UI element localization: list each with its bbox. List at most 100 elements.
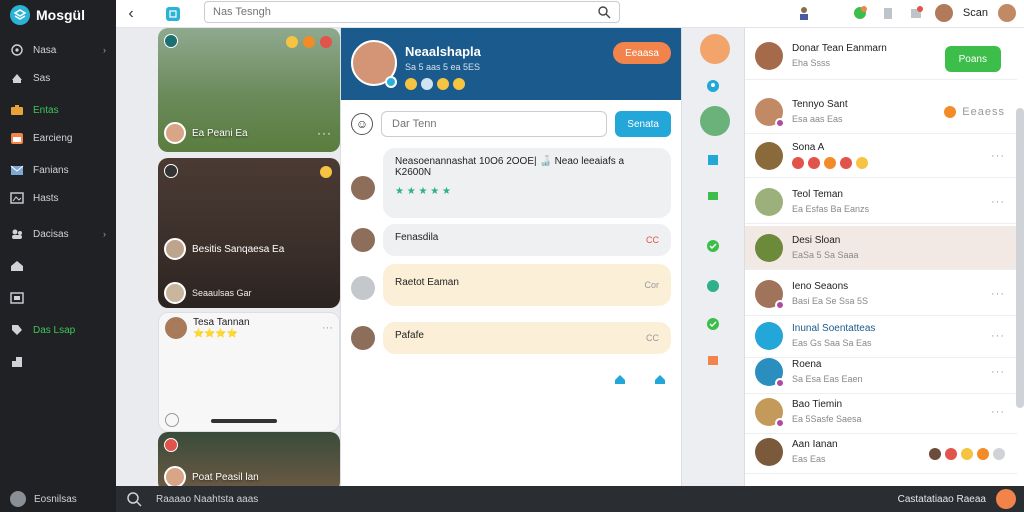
avatar-secondary[interactable]: [998, 4, 1016, 22]
contact-name: Bao Tiemin: [792, 399, 843, 410]
avatar[interactable]: [700, 106, 730, 136]
verified-icon[interactable]: [703, 314, 723, 334]
contact-row[interactable]: Ieno Seaons Basi Ea Se Ssa 5S ···: [745, 272, 1017, 316]
more-icon[interactable]: ···: [317, 126, 332, 140]
video-icon[interactable]: [703, 186, 723, 206]
chat-icon[interactable]: [851, 4, 869, 22]
add-icon[interactable]: ☺: [351, 113, 373, 135]
sidebar-item-explore[interactable]: Sas: [0, 64, 116, 92]
sidebar-item-puzzle[interactable]: [0, 348, 116, 376]
send-button[interactable]: Senata: [615, 111, 671, 137]
sidebar-item-label: Dacisas: [33, 228, 69, 240]
status-dot-icon: [775, 377, 785, 388]
share-icon[interactable]: [653, 372, 667, 386]
feed-card[interactable]: Ea Peani Ea ···: [158, 28, 340, 152]
contact-row[interactable]: Tennyo Sant Esa aas Eas Eeaess: [745, 90, 1017, 134]
avatar: [755, 141, 783, 170]
search-icon[interactable]: [597, 5, 611, 19]
status-dot-icon: [775, 299, 785, 310]
sidebar-item-groups[interactable]: Dacisas ›: [0, 220, 116, 248]
tag-icon: [164, 438, 178, 452]
sidebar-item-house[interactable]: [0, 252, 116, 280]
check-icon[interactable]: [703, 236, 723, 256]
message-bubble[interactable]: Fenasdila CC: [383, 224, 671, 256]
contact-row[interactable]: Bao Tiemin Ea 5Sasfe Saesa ···: [745, 390, 1017, 434]
contact-row[interactable]: Donar Tean Eanmarn Eha Ssss Poans: [745, 32, 1017, 80]
chat-contact-meta: Sa 5 aas 5 ea 5ES: [405, 62, 481, 72]
sidebar-item-image[interactable]: Hasts: [0, 184, 116, 212]
emoji-icon: [320, 166, 332, 178]
card-caption-secondary: Seaaulsas Gar: [192, 288, 252, 298]
message-text: Neasoenannashat 10O6 2OOE| 🍶 Neao leeaia…: [395, 156, 625, 178]
more-icon[interactable]: ···: [991, 330, 1005, 342]
user-icon[interactable]: [703, 76, 723, 96]
add-friend-button[interactable]: Poans: [944, 46, 1001, 72]
avatar: [755, 437, 783, 466]
sidebar-item-calendar[interactable]: Earcieng: [0, 124, 116, 152]
follow-button[interactable]: Eeaasa: [613, 42, 671, 64]
avatar: [351, 326, 375, 350]
icon-rail: [682, 28, 744, 486]
chevron-icon: ›: [103, 45, 106, 55]
emoji-icon: [808, 157, 820, 169]
more-icon[interactable]: ···: [991, 406, 1005, 418]
sidebar-item-photo[interactable]: [0, 284, 116, 312]
home-icon[interactable]: [613, 372, 627, 386]
avatar: [755, 233, 783, 262]
message-bubble[interactable]: Raetot Eaman Cor: [383, 264, 671, 306]
feed-card[interactable]: Poat Peasil lan: [158, 432, 340, 486]
contact-name: Inunal Soentatteas: [792, 323, 876, 334]
more-icon[interactable]: ···: [991, 150, 1005, 162]
profile-icon[interactable]: [795, 4, 813, 22]
more-icon[interactable]: ···: [322, 322, 333, 334]
image-icon: [10, 191, 24, 205]
status-dot-icon: [775, 117, 785, 128]
avatar[interactable]: [700, 34, 730, 64]
notification-icon[interactable]: [907, 4, 925, 22]
sidebar-item-tag[interactable]: Das Lsap: [0, 316, 116, 344]
contact-meta: Sa Esa Eas Eaen: [792, 374, 863, 384]
brand[interactable]: Mosgül: [0, 0, 116, 30]
emoji-icon: [840, 157, 852, 169]
feed-card[interactable]: Besitis Sanqaesa Ea Seaaulsas Gar: [158, 158, 340, 308]
search-bar[interactable]: [204, 1, 620, 23]
shield-icon[interactable]: [703, 276, 723, 296]
card-author: Tesa Tannan: [193, 317, 250, 328]
more-icon[interactable]: ···: [991, 288, 1005, 300]
more-icon[interactable]: ···: [991, 366, 1005, 378]
card-meta: Poat Peasil lan: [164, 466, 259, 486]
avatar: [164, 466, 186, 486]
more-icon[interactable]: ···: [991, 196, 1005, 208]
avatar: [164, 122, 186, 144]
feed-card[interactable]: Tesa Tannan ⭐⭐⭐⭐ ···: [158, 312, 340, 432]
assistant-icon[interactable]: [996, 489, 1016, 509]
contact-meta: Ea 5Sasfe Saesa: [792, 414, 862, 424]
app-icon[interactable]: [166, 6, 180, 21]
search-input[interactable]: [213, 6, 597, 18]
contact-row[interactable]: Teol Teman Ea Esfas Ba Eanzs ···: [745, 180, 1017, 224]
contact-row[interactable]: Aan Ianan Eas Eas: [745, 430, 1017, 474]
clipboard-icon[interactable]: [879, 4, 897, 22]
sidebar-footer[interactable]: Eosnilsas: [0, 486, 116, 512]
sidebar-item-home[interactable]: Nasa ›: [0, 36, 116, 64]
back-button[interactable]: ‹: [116, 5, 146, 23]
more-icon[interactable]: Eeaess: [962, 106, 1005, 118]
sidebar-item-work[interactable]: Entas: [0, 96, 116, 124]
gift-icon[interactable]: [703, 350, 723, 370]
search-icon[interactable]: [126, 491, 142, 507]
message-bubble[interactable]: Pafafe CC: [383, 322, 671, 354]
user-name[interactable]: Scan: [963, 7, 988, 19]
sidebar-item-mail[interactable]: Fanians: [0, 156, 116, 184]
message-bubble[interactable]: Neasoenannashat 10O6 2OOE| 🍶 Neao leeaia…: [383, 148, 671, 218]
avatar: [755, 41, 783, 70]
card-rating: ⭐⭐⭐⭐: [193, 328, 238, 338]
contact-row[interactable]: Roena Sa Esa Eas Eaen ···: [745, 350, 1017, 394]
scrollbar[interactable]: [1016, 108, 1024, 408]
emoji-icon: [944, 105, 957, 118]
message-input[interactable]: [381, 111, 608, 137]
contact-row[interactable]: Desi Sloan EaSa 5 Sa Saaa: [745, 226, 1017, 270]
contact-row[interactable]: Sona A ···: [745, 134, 1017, 178]
contact-meta: Ea Esfas Ba Eanzs: [792, 204, 870, 214]
avatar[interactable]: [934, 4, 953, 22]
bookmark-icon[interactable]: [703, 150, 723, 170]
